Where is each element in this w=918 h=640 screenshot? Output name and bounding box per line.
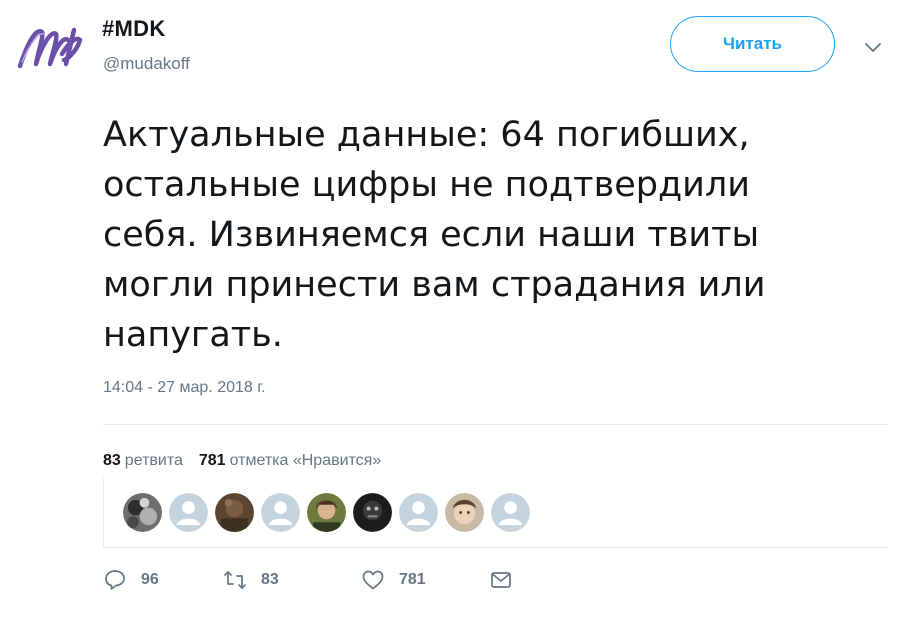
account-handle[interactable]: @mudakoff	[103, 54, 190, 74]
tweet-line: напугать.	[103, 315, 283, 355]
liker-avatar[interactable]	[353, 493, 392, 532]
retweets-label: ретвита	[124, 452, 183, 469]
liker-avatar-default[interactable]	[169, 493, 208, 532]
reply-count: 96	[141, 571, 159, 588]
heart-icon	[362, 570, 384, 590]
tweet-actions: 96 83 781	[103, 568, 513, 592]
likes-label: отметка «Нравится»	[229, 452, 382, 469]
tweet-timestamp[interactable]: 14:04 - 27 мар. 2018 г.	[103, 379, 266, 397]
liker-avatar[interactable]	[445, 493, 484, 532]
liker-avatar-default[interactable]	[399, 493, 438, 532]
liker-avatar[interactable]	[215, 493, 254, 532]
reply-icon	[105, 570, 125, 590]
profile-avatar-logo[interactable]	[14, 14, 86, 78]
liker-avatars	[123, 493, 530, 532]
liker-avatar[interactable]	[307, 493, 346, 532]
direct-message-button[interactable]	[489, 568, 513, 592]
chevron-down-icon	[865, 43, 881, 52]
reply-button[interactable]: 96	[103, 568, 223, 592]
more-options-caret[interactable]	[862, 36, 884, 58]
tweet-text: Актуальные данные: 64 погибших, остальны…	[103, 110, 883, 360]
tweet-line: Актуальные данные: 64 погибших,	[103, 115, 750, 155]
retweet-count: 83	[261, 571, 279, 588]
like-count: 781	[399, 571, 426, 588]
envelope-icon	[491, 572, 511, 588]
likes-stat[interactable]: 781 отметка «Нравится»	[199, 452, 381, 470]
tweet-line: себя. Извиняемся если наши твиты	[103, 215, 760, 255]
likes-count: 781	[198, 452, 226, 469]
liker-avatar[interactable]	[123, 493, 162, 532]
divider	[103, 424, 888, 425]
engagement-stats: 83 ретвита 781 отметка «Нравится»	[103, 452, 397, 470]
retweet-button[interactable]: 83	[223, 568, 361, 592]
tweet-line: могли принести вам страдания или	[103, 265, 766, 305]
liker-avatar-default[interactable]	[491, 493, 530, 532]
retweet-icon	[224, 571, 246, 589]
account-name[interactable]: #MDK	[102, 16, 166, 42]
like-button[interactable]: 781	[361, 568, 489, 592]
retweets-count: 83	[103, 452, 121, 469]
follow-button[interactable]: Читать	[670, 16, 835, 72]
tweet-line: остальные цифры не подтвердили	[103, 165, 751, 205]
mdk-logo-icon	[17, 27, 83, 69]
retweets-stat[interactable]: 83 ретвита	[103, 452, 183, 470]
liker-avatar-default[interactable]	[261, 493, 300, 532]
